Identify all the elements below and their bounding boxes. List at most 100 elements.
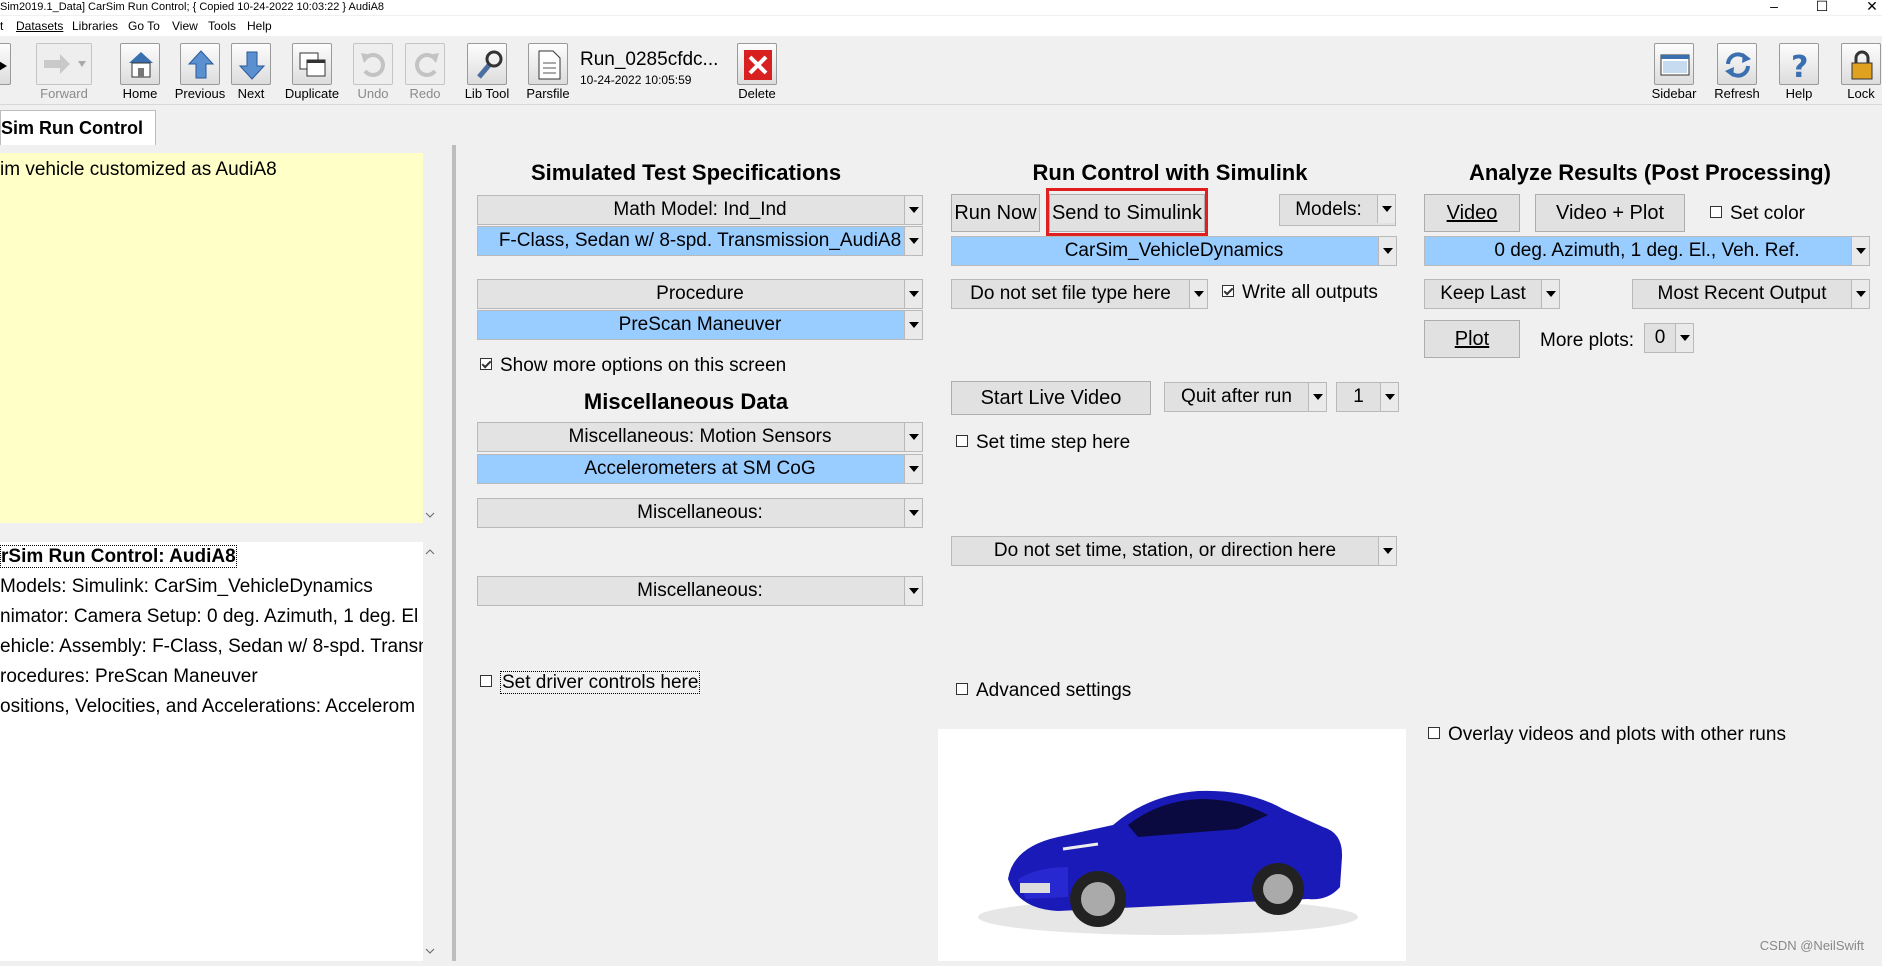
run-heading: Run Control with Simulink — [1032, 160, 1308, 185]
maximize-icon[interactable]: ☐ — [1802, 0, 1842, 14]
minimize-icon[interactable]: – — [1754, 0, 1794, 14]
close-icon[interactable]: ✕ — [1852, 0, 1882, 14]
more-plots-label: More plots: — [1540, 330, 1634, 351]
advanced-settings-checkbox[interactable]: Advanced settings — [956, 680, 1131, 702]
checkbox-icon — [480, 358, 492, 370]
show-more-checkbox[interactable]: Show more options on this screen — [480, 355, 786, 377]
vehicle-preview-image — [938, 729, 1406, 961]
video-plot-button[interactable]: Video + Plot — [1535, 194, 1685, 232]
tab-run-control[interactable]: Sim Run Control — [0, 110, 156, 145]
time-station-dropdown[interactable]: Do not set time, station, or direction h… — [951, 536, 1397, 566]
duplicate-button[interactable]: Duplicate — [282, 37, 342, 103]
set-color-checkbox[interactable]: Set color — [1710, 203, 1805, 225]
sidebar-icon — [1654, 43, 1694, 85]
summary-line: rSim Run Control: AudiA8 — [0, 545, 237, 568]
chevron-down-icon — [1378, 237, 1396, 265]
next-button[interactable]: Next — [221, 37, 281, 103]
chevron-down-icon — [1851, 280, 1869, 308]
summary-list: rSim Run Control: AudiA8 Models: Simulin… — [0, 542, 423, 961]
menu-goto[interactable]: Go To — [128, 19, 160, 33]
summary-scrollbar[interactable] — [423, 542, 437, 961]
misc1-dropdown[interactable]: Miscellaneous: Motion Sensors — [477, 422, 923, 452]
lib-tool-button[interactable]: Lib Tool — [457, 37, 517, 103]
undo-icon — [353, 43, 393, 85]
menu-help[interactable]: Help — [247, 19, 272, 33]
file-type-dropdown[interactable]: Do not set file type here — [951, 279, 1208, 309]
models-dropdown[interactable]: Models: — [1279, 194, 1396, 226]
start-live-video-button[interactable]: Start Live Video — [951, 381, 1151, 415]
procedure-value-dropdown[interactable]: PreScan Maneuver — [477, 310, 923, 340]
home-button[interactable]: Home — [110, 37, 170, 103]
forward-button[interactable]: Forward — [34, 37, 94, 103]
summary-line: ositions, Velocities, and Accelerations:… — [0, 696, 416, 717]
svg-text:?: ? — [1791, 50, 1808, 81]
misc1-value-dropdown[interactable]: Accelerometers at SM CoG — [477, 454, 923, 484]
overlay-checkbox[interactable]: Overlay videos and plots with other runs — [1428, 724, 1786, 746]
checkbox-icon — [480, 675, 492, 687]
checkbox-icon — [1428, 727, 1440, 739]
chevron-down-icon — [904, 227, 922, 255]
parsfile-button[interactable]: Parsfile — [518, 37, 578, 103]
menu-bar: t Datasets Libraries Go To View Tools He… — [0, 16, 1882, 36]
model-value-dropdown[interactable]: CarSim_VehicleDynamics — [951, 236, 1397, 266]
chevron-down-icon — [904, 280, 922, 308]
menu-view[interactable]: View — [172, 19, 198, 33]
plot-button[interactable]: Plot — [1424, 320, 1520, 358]
recent-output-dropdown[interactable]: Most Recent Output — [1632, 279, 1870, 309]
left-pane: im vehicle customized as AudiA8 rSim Run… — [0, 145, 452, 961]
math-model-dropdown[interactable]: Math Model: Ind_Ind — [477, 195, 923, 225]
checkbox-icon — [1222, 285, 1234, 297]
menu-libraries[interactable]: Libraries — [72, 19, 118, 33]
menu-tools[interactable]: Tools — [208, 19, 236, 33]
help-button[interactable]: ? Help — [1769, 37, 1829, 103]
chevron-down-icon — [1541, 280, 1559, 308]
pane-splitter[interactable] — [452, 145, 456, 961]
notes-textarea[interactable]: im vehicle customized as AudiA8 — [0, 153, 423, 523]
checkbox-icon — [956, 435, 968, 447]
lock-button[interactable]: Lock — [1831, 37, 1882, 103]
chevron-down-icon — [904, 423, 922, 451]
back-icon — [0, 43, 11, 85]
highlight-box — [1046, 188, 1208, 236]
procedure-dropdown[interactable]: Procedure — [477, 279, 923, 309]
chevron-down-icon — [1377, 195, 1395, 223]
camera-dropdown[interactable]: 0 deg. Azimuth, 1 deg. El., Veh. Ref. — [1424, 236, 1870, 266]
redo-button[interactable]: Redo — [395, 37, 455, 103]
run-date: 10-24-2022 10:05:59 — [580, 73, 692, 87]
quit-after-run-dropdown[interactable]: Quit after run — [1164, 382, 1327, 412]
undo-button[interactable]: Undo — [343, 37, 403, 103]
write-all-checkbox[interactable]: Write all outputs — [1222, 282, 1378, 304]
chevron-down-icon — [904, 196, 922, 224]
menu-file[interactable]: t — [0, 19, 3, 33]
duplicate-icon — [292, 43, 332, 85]
keep-last-dropdown[interactable]: Keep Last — [1424, 279, 1560, 309]
video-button[interactable]: Video — [1424, 194, 1520, 232]
arrow-down-icon — [231, 43, 271, 85]
menu-datasets[interactable]: Datasets — [16, 19, 63, 33]
analyze-heading: Analyze Results (Post Processing) — [1469, 160, 1831, 185]
summary-line: Models: Simulink: CarSim_VehicleDynamics — [0, 576, 373, 597]
chevron-down-icon — [904, 499, 922, 527]
chevron-down-icon — [1851, 237, 1869, 265]
delete-button[interactable]: Delete — [727, 37, 787, 103]
time-step-checkbox[interactable]: Set time step here — [956, 432, 1130, 454]
delete-icon — [737, 43, 777, 85]
chevron-down-icon — [1308, 383, 1326, 411]
vehicle-dropdown[interactable]: F-Class, Sedan w/ 8-spd. Transmission_Au… — [477, 226, 923, 256]
refresh-button[interactable]: Refresh — [1707, 37, 1767, 103]
home-icon — [120, 43, 160, 85]
back-button[interactable]: k — [0, 37, 11, 103]
chevron-down-icon — [904, 311, 922, 339]
more-plots-dropdown[interactable]: 0 — [1644, 323, 1694, 353]
sidebar-button[interactable]: Sidebar — [1644, 37, 1704, 103]
driver-controls-checkbox[interactable]: Set driver controls here — [480, 671, 701, 694]
run-now-button[interactable]: Run Now — [951, 194, 1040, 232]
notes-scrollbar[interactable] — [423, 153, 437, 523]
misc2-dropdown[interactable]: Miscellaneous: — [477, 498, 923, 528]
summary-line: nimator: Camera Setup: 0 deg. Azimuth, 1… — [0, 606, 419, 627]
chevron-down-icon — [1675, 324, 1693, 352]
misc3-dropdown[interactable]: Miscellaneous: — [477, 576, 923, 606]
quit-count-dropdown[interactable]: 1 — [1336, 382, 1399, 412]
document-icon — [528, 43, 568, 85]
lock-icon — [1841, 43, 1881, 85]
